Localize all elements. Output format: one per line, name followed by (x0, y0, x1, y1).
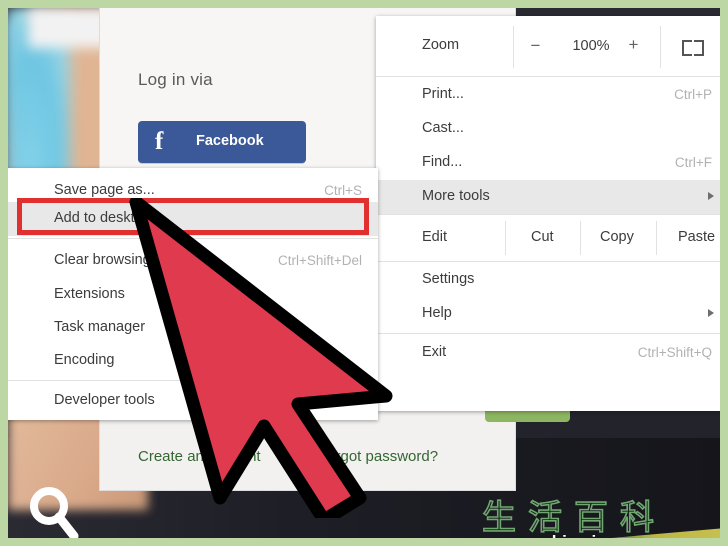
edit-divider-3 (656, 221, 657, 255)
menu-item-help[interactable]: Help (376, 297, 720, 331)
cut-button[interactable]: Cut (531, 229, 554, 245)
menu-item-more-tools-label: More tools (422, 188, 490, 204)
watermark-url: www.bimeiz.com (508, 532, 644, 538)
menu-item-exit-shortcut: Ctrl+Shift+Q (637, 345, 712, 360)
watermark-chinese-text: 生活百科 (481, 497, 666, 538)
menu-item-settings[interactable]: Settings (376, 263, 720, 297)
submenu-item-task-manager[interactable]: Task manager (8, 311, 378, 345)
facebook-login-label: Facebook (196, 133, 264, 149)
submenu-item-encoding[interactable]: Encoding (8, 344, 378, 378)
login-links-row: Create an account Forgot password? (100, 448, 515, 472)
edit-divider-2 (580, 221, 581, 255)
menu-separator (376, 333, 720, 334)
annotation-highlight-box (17, 198, 369, 235)
zoom-percent-value: 100% (572, 38, 610, 54)
menu-separator (8, 238, 378, 239)
copy-button[interactable]: Copy (600, 229, 634, 245)
chevron-right-icon (708, 192, 714, 200)
menu-item-cast-label: Cast... (422, 120, 464, 136)
fullscreen-icon[interactable] (682, 40, 704, 56)
chrome-main-menu[interactable]: Zoom − 100% + Print... Ctrl+P Cast... Fi… (376, 16, 720, 411)
zoom-label: Zoom (422, 37, 460, 53)
zoom-out-button[interactable]: − (528, 36, 543, 56)
submenu-item-save-page-as-label: Save page as... (54, 182, 155, 198)
menu-item-settings-label: Settings (422, 271, 475, 287)
submenu-item-encoding-label: Encoding (54, 352, 115, 368)
submenu-item-extensions[interactable]: Extensions (8, 278, 378, 312)
submenu-item-extensions-label: Extensions (54, 286, 125, 302)
submenu-item-developer-tools-label: Developer tools (54, 392, 155, 408)
edit-label: Edit (422, 229, 447, 245)
submenu-item-clear-browsing-data[interactable]: Clear browsing data... Ctrl+Shift+Del (8, 244, 378, 278)
submenu-item-task-manager-label: Task manager (54, 319, 146, 335)
menu-item-more-tools[interactable]: More tools (376, 180, 720, 214)
submenu-item-clear-browsing-data-shortcut: Ctrl+Shift+Del (277, 253, 362, 268)
screenshot-stage: Log in via f Facebook g + Log In Create … (0, 0, 728, 546)
menu-separator (8, 380, 378, 381)
edit-divider-1 (505, 221, 506, 255)
chevron-right-icon (708, 309, 714, 317)
menu-separator (376, 261, 720, 262)
menu-item-print-shortcut: Ctrl+P (674, 87, 712, 102)
submenu-item-save-page-as-shortcut: Ctrl+S (324, 183, 362, 198)
menu-item-find-shortcut: Ctrl+F (674, 155, 712, 170)
zoom-in-button[interactable]: + (626, 35, 641, 55)
menu-item-cast[interactable]: Cast... (376, 112, 720, 146)
zoom-divider-right (660, 26, 661, 68)
submenu-item-clear-browsing-data-label: Clear browsing data... (54, 252, 196, 268)
login-via-heading: Log in via (138, 70, 213, 89)
magnifier-icon[interactable] (26, 484, 82, 538)
menu-item-print[interactable]: Print... Ctrl+P (376, 78, 720, 112)
forgot-password-link[interactable]: Forgot password? (318, 448, 438, 465)
zoom-divider-left (513, 26, 514, 68)
zoom-row: Zoom − 100% + (376, 16, 720, 76)
facebook-f-icon: f (155, 128, 164, 155)
create-account-link[interactable]: Create an account (138, 448, 261, 465)
menu-item-find-label: Find... (422, 154, 463, 170)
menu-item-find[interactable]: Find... Ctrl+F (376, 146, 720, 180)
menu-item-print-label: Print... (422, 86, 464, 102)
menu-item-exit-label: Exit (422, 344, 447, 360)
paste-button[interactable]: Paste (678, 229, 715, 245)
menu-item-exit[interactable]: Exit Ctrl+Shift+Q (376, 336, 720, 370)
submenu-item-developer-tools[interactable]: Developer tools (8, 384, 378, 418)
menu-item-help-label: Help (422, 305, 452, 321)
watermark: 生活百科 www.bimeiz.com (474, 488, 720, 538)
facebook-login-button[interactable]: f Facebook (138, 121, 306, 163)
edit-row: Edit Cut Copy Paste (376, 215, 720, 261)
menu-separator (376, 76, 720, 77)
page-viewport: Log in via f Facebook g + Log In Create … (8, 8, 720, 538)
